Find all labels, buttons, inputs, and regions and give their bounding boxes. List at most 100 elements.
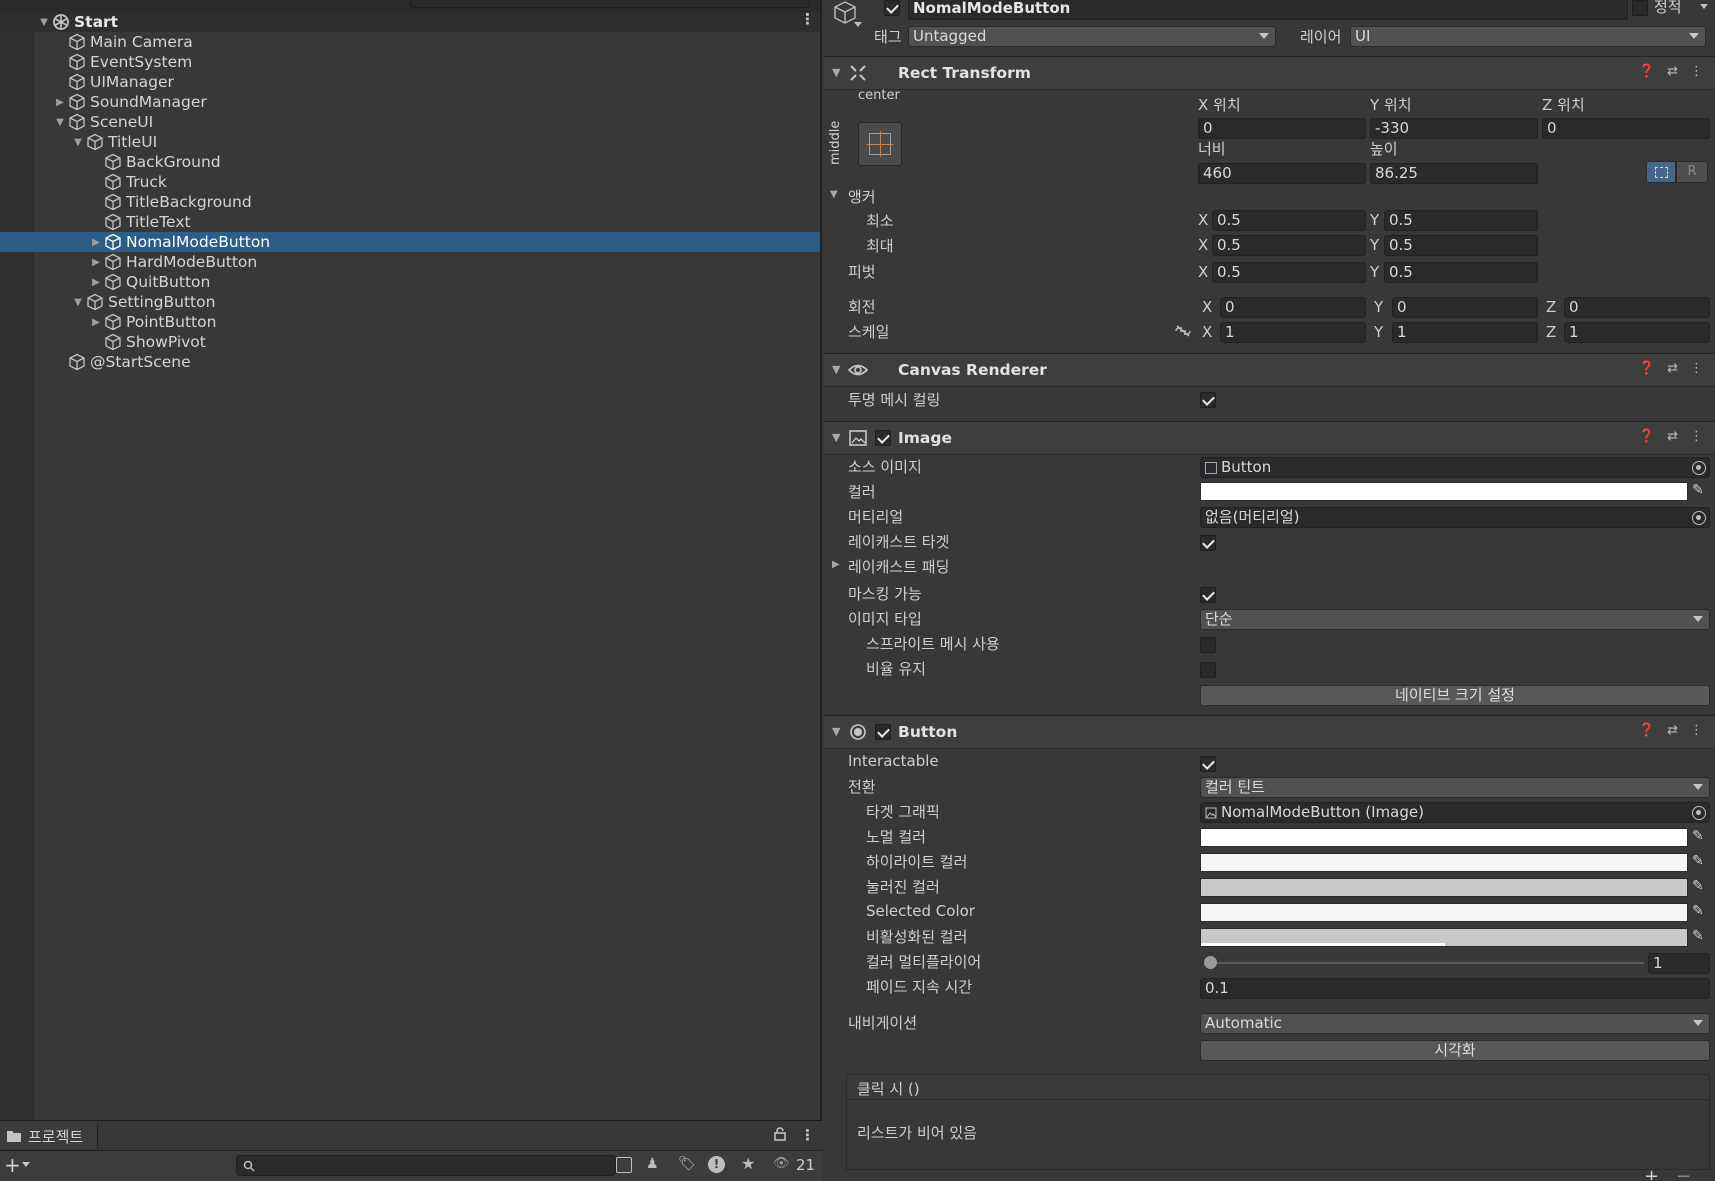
static-dropdown-chevron-icon[interactable]	[1700, 4, 1708, 9]
hierarchy-item[interactable]: ▼ Start	[0, 12, 820, 32]
scale-x-field[interactable]: 1	[1220, 322, 1366, 343]
hierarchy-item[interactable]: ▶ QuitButton	[0, 272, 820, 292]
source-image-field[interactable]: Button	[1200, 457, 1710, 478]
navigation-dropdown[interactable]: Automatic	[1200, 1013, 1710, 1034]
hierarchy-item[interactable]: ShowPivot	[0, 332, 820, 352]
add-plus-icon[interactable]: +	[4, 1153, 21, 1177]
raw-edit-button[interactable]: R	[1676, 161, 1708, 183]
hierarchy-item[interactable]: ▶ HardModeButton	[0, 252, 820, 272]
kebab-icon[interactable]: ⋮	[1690, 723, 1703, 738]
fold-closed-icon[interactable]: ▶	[90, 257, 102, 268]
use-sprite-mesh-checkbox[interactable]	[1200, 637, 1216, 653]
pos-y-field[interactable]: -330	[1370, 118, 1538, 139]
image-component-header[interactable]: ▼ Image ❓ ⇄ ⋮	[824, 421, 1715, 455]
help-icon[interactable]: ❓	[1639, 723, 1655, 738]
preserve-aspect-checkbox[interactable]	[1200, 662, 1216, 678]
layer-dropdown[interactable]: UI	[1350, 26, 1706, 47]
target-graphic-field[interactable]: NomalModeButton (Image)	[1200, 802, 1710, 823]
fold-closed-icon[interactable]: ▶	[90, 277, 102, 288]
hierarchy-item[interactable]: BackGround	[0, 152, 820, 172]
selected-color-field[interactable]	[1200, 903, 1688, 922]
scene-menu-kebab-icon[interactable]: ⋮	[800, 10, 815, 28]
hidden-packages-eye-icon[interactable]: 👁	[773, 1156, 790, 1171]
object-picker-icon[interactable]	[1692, 806, 1706, 820]
anchor-min-y-field[interactable]: 0.5	[1384, 210, 1538, 231]
presets-icon[interactable]: ⇄	[1667, 361, 1678, 376]
fold-open-icon[interactable]: ▼	[54, 117, 66, 128]
rotation-z-field[interactable]: 0	[1564, 297, 1710, 318]
kebab-icon[interactable]: ⋮	[1690, 361, 1703, 376]
search-by-type-icon[interactable]	[616, 1157, 632, 1173]
fold-closed-icon[interactable]: ▶	[90, 237, 102, 248]
blueprint-mode-button[interactable]	[1646, 161, 1676, 183]
add-event-plus-button[interactable]: +	[1644, 1166, 1659, 1180]
pivot-x-field[interactable]: 0.5	[1212, 262, 1366, 283]
fade-duration-field[interactable]: 0.1	[1200, 978, 1710, 999]
lock-icon[interactable]	[774, 1127, 786, 1145]
rotation-y-field[interactable]: 0	[1392, 297, 1538, 318]
filter-by-label-icon[interactable]: 🏷	[678, 1156, 696, 1172]
visualize-button[interactable]: 시각화	[1200, 1040, 1710, 1061]
object-name-field[interactable]: NomalModeButton	[908, 0, 1628, 20]
object-picker-icon[interactable]	[1692, 461, 1706, 475]
object-picker-icon[interactable]	[1692, 511, 1706, 525]
color-multiplier-slider-thumb[interactable]	[1204, 956, 1217, 969]
project-search-input[interactable]	[236, 1155, 616, 1176]
raycast-padding-fold-icon[interactable]: ▶	[832, 559, 840, 570]
icon-dropdown-chevron-icon[interactable]	[854, 22, 862, 27]
presets-icon[interactable]: ⇄	[1667, 64, 1678, 79]
hierarchy-item[interactable]: TitleBackground	[0, 192, 820, 212]
pos-z-field[interactable]: 0	[1542, 118, 1710, 139]
hierarchy-item[interactable]: ▶ SoundManager	[0, 92, 820, 112]
static-checkbox[interactable]	[1632, 0, 1648, 16]
tab-project[interactable]: 프로젝트	[0, 1123, 98, 1149]
color-multiplier-field[interactable]: 1	[1648, 953, 1710, 974]
active-checkbox[interactable]	[884, 0, 900, 16]
pivot-y-field[interactable]: 0.5	[1384, 262, 1538, 283]
hierarchy-item[interactable]: ▶ NomalModeButton	[0, 232, 820, 252]
add-dropdown-chevron-icon[interactable]	[22, 1162, 30, 1167]
eyedropper-icon[interactable]: ✎	[1692, 878, 1708, 894]
scale-y-field[interactable]: 1	[1392, 322, 1538, 343]
kebab-icon[interactable]: ⋮	[1690, 64, 1703, 79]
hierarchy-item[interactable]: Main Camera	[0, 32, 820, 52]
hierarchy-item[interactable]: EventSystem	[0, 52, 820, 72]
help-icon[interactable]: ❓	[1639, 361, 1655, 376]
button-enabled-checkbox[interactable]	[875, 724, 891, 740]
rotation-x-field[interactable]: 0	[1220, 297, 1366, 318]
help-icon[interactable]: ❓	[1639, 64, 1655, 79]
disabled-color-field[interactable]	[1200, 928, 1688, 947]
hierarchy-item[interactable]: Truck	[0, 172, 820, 192]
eyedropper-icon[interactable]: ✎	[1692, 853, 1708, 869]
presets-icon[interactable]: ⇄	[1667, 723, 1678, 738]
help-icon[interactable]: ❓	[1639, 429, 1655, 444]
eyedropper-icon[interactable]: ✎	[1692, 828, 1708, 844]
hierarchy-item[interactable]: ▼ SceneUI	[0, 112, 820, 132]
fold-closed-icon[interactable]: ▶	[54, 97, 66, 108]
height-field[interactable]: 86.25	[1370, 163, 1538, 184]
rect-transform-header[interactable]: ▼ Rect Transform ❓ ⇄ ⋮	[824, 56, 1715, 90]
tag-dropdown[interactable]: Untagged	[908, 26, 1276, 47]
normal-color-field[interactable]	[1200, 828, 1688, 847]
cull-transparent-mesh-checkbox[interactable]	[1200, 392, 1216, 408]
kebab-icon[interactable]: ⋮	[1690, 429, 1703, 444]
project-menu-kebab-icon[interactable]: ⋮	[800, 1126, 815, 1144]
remove-event-minus-button[interactable]: −	[1676, 1166, 1691, 1180]
button-component-header[interactable]: ▼ Button ❓ ⇄ ⋮	[824, 715, 1715, 749]
hierarchy-item[interactable]: ▼ TitleUI	[0, 132, 820, 152]
hierarchy-item[interactable]: @StartScene	[0, 352, 820, 372]
favorites-star-icon[interactable]: ★	[741, 1154, 755, 1173]
width-field[interactable]: 460	[1198, 163, 1366, 184]
raycast-padding-label[interactable]: 레이캐스트 패딩	[848, 556, 949, 577]
fold-open-icon[interactable]: ▼	[38, 17, 50, 28]
fold-triangle-icon[interactable]: ▼	[832, 725, 840, 738]
hierarchy-item[interactable]: ▶ PointButton	[0, 312, 820, 332]
scale-z-field[interactable]: 1	[1564, 322, 1710, 343]
eyedropper-icon[interactable]: ✎	[1692, 928, 1708, 944]
set-native-size-button[interactable]: 네이티브 크기 설정	[1200, 685, 1710, 706]
anchors-fold-icon[interactable]: ▼	[830, 189, 838, 200]
fold-triangle-icon[interactable]: ▼	[832, 66, 840, 79]
transition-dropdown[interactable]: 컬러 틴트	[1200, 777, 1710, 798]
pos-x-field[interactable]: 0	[1198, 118, 1366, 139]
raycast-target-checkbox[interactable]	[1200, 535, 1216, 551]
